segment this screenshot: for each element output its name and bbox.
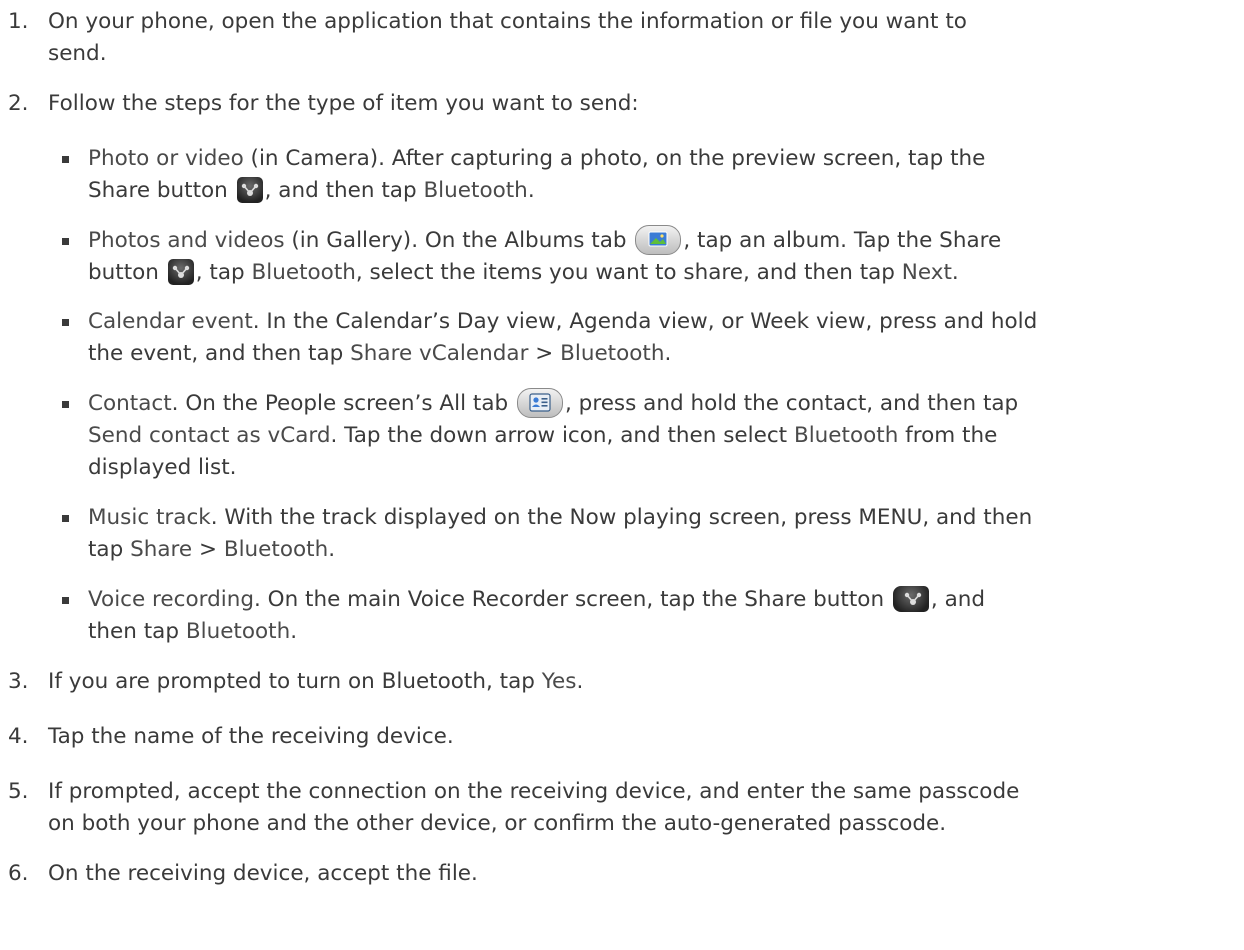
- bullet-line2: button , tap Bluetooth, select the items…: [88, 257, 1238, 289]
- bullet-line1: Music track. With the track displayed on…: [88, 502, 1238, 534]
- keyword: Music track: [88, 505, 211, 530]
- people-all-tab-icon: [517, 388, 564, 418]
- text: , tap an album. Tap the Share: [683, 228, 1002, 253]
- step-text: If you are prompted to turn on Bluetooth…: [48, 666, 1228, 698]
- step-text: Tap the name of the receiving device.: [48, 724, 454, 749]
- text: .: [527, 178, 535, 203]
- step-number: 4.: [8, 724, 29, 749]
- bullet-marker: [62, 597, 69, 604]
- text: >: [192, 537, 224, 562]
- keyword: Photos and videos: [88, 228, 285, 253]
- step-number: 2.: [8, 91, 29, 116]
- text: . Tap the down arrow icon, and then sele…: [330, 423, 794, 448]
- text: (in Gallery). On the Albums tab: [284, 228, 634, 253]
- keyword: Send contact as vCard: [88, 423, 331, 448]
- bullet-marker: [62, 401, 69, 408]
- bullet-line1: Contact. On the People screen’s All tab …: [88, 388, 1238, 420]
- keyword: Yes: [541, 669, 577, 694]
- text: (in Camera). After capturing a photo, on…: [243, 146, 986, 171]
- step-text-line1: On your phone, open the application that…: [48, 9, 967, 34]
- keyword: Next: [901, 260, 952, 285]
- step-number: 1.: [8, 9, 29, 34]
- bullet-marker: [62, 238, 69, 245]
- text: button: [88, 260, 166, 285]
- text: If you are prompted to turn on Bluetooth…: [48, 669, 542, 694]
- keyword: Bluetooth: [560, 341, 665, 366]
- step-6: 6. On the receiving device, accept the f…: [8, 858, 1228, 890]
- text: .: [328, 537, 336, 562]
- text: , and: [930, 587, 986, 612]
- text: .: [290, 619, 298, 644]
- text: , select the items you want to share, an…: [355, 260, 902, 285]
- text: .: [664, 341, 672, 366]
- text: the event, and then tap: [88, 341, 351, 366]
- step-5: 5. If prompted, accept the connection on…: [8, 776, 1228, 840]
- text: . In the Calendar’s Day view, Agenda vie…: [252, 309, 1038, 334]
- instructions-document: 1. On your phone, open the application t…: [0, 0, 1244, 950]
- step-2: 2. Follow the steps for the type of item…: [8, 88, 1228, 120]
- step-text: On the receiving device, accept the file…: [48, 861, 478, 886]
- keyword: Calendar event: [88, 309, 253, 334]
- step-text-line2: on both your phone and the other device,…: [48, 811, 947, 836]
- step-3: 3. If you are prompted to turn on Blueto…: [8, 666, 1228, 698]
- keyword: Bluetooth: [251, 260, 356, 285]
- text: Share button: [88, 178, 235, 203]
- keyword: Contact: [88, 391, 172, 416]
- keyword: Bluetooth: [223, 537, 329, 562]
- bullet-music-track: Music track. With the track displayed on…: [48, 502, 1238, 566]
- bullet-line1: Calendar event. In the Calendar’s Day vi…: [88, 306, 1238, 338]
- bullet-marker: [62, 156, 69, 163]
- bullet-line3: displayed list.: [88, 455, 237, 480]
- keyword: Bluetooth: [793, 423, 899, 448]
- text: . On the main Voice Recorder screen, tap…: [253, 587, 891, 612]
- text: .: [576, 669, 584, 694]
- share-icon: [167, 259, 194, 285]
- text: then tap: [88, 619, 186, 644]
- keyword: Voice recording: [88, 587, 254, 612]
- bullet-voice-recording: Voice recording. On the main Voice Recor…: [48, 584, 1238, 648]
- step-number: 6.: [8, 861, 29, 886]
- keyword: Share: [130, 537, 193, 562]
- bullet-line1: Photos and videos (in Gallery). On the A…: [88, 225, 1238, 257]
- step-text: Follow the steps for the type of item yo…: [48, 91, 639, 116]
- bullet-marker: [62, 515, 69, 522]
- text: . On the People screen’s All tab: [171, 391, 516, 416]
- keyword: Photo or video: [88, 146, 244, 171]
- bullet-contact: Contact. On the People screen’s All tab …: [48, 388, 1238, 484]
- share-icon: [892, 586, 929, 612]
- text: . With the track displayed on the Now pl…: [210, 505, 1033, 530]
- bullet-line2: the event, and then tap Share vCalendar …: [88, 338, 1238, 370]
- step-number: 3.: [8, 669, 29, 694]
- bullet-photos-and-videos: Photos and videos (in Gallery). On the A…: [48, 225, 1238, 289]
- step-text-line2: send.: [48, 41, 107, 66]
- text: , press and hold the contact, and then t…: [565, 391, 1019, 416]
- bullet-line2: then tap Bluetooth.: [88, 616, 1238, 648]
- text: >: [528, 341, 561, 366]
- keyword: Bluetooth: [423, 178, 528, 203]
- bullet-line1: Photo or video (in Camera). After captur…: [88, 143, 1238, 175]
- text: .: [951, 260, 959, 285]
- step-4: 4. Tap the name of the receiving device.: [8, 721, 1228, 753]
- text: , and then tap: [264, 178, 424, 203]
- albums-tab-icon: [635, 225, 682, 255]
- bullet-line2: Send contact as vCard. Tap the down arro…: [88, 420, 1238, 452]
- bullet-marker: [62, 319, 69, 326]
- share-icon: [236, 177, 263, 203]
- text: , tap: [195, 260, 252, 285]
- keyword: Share vCalendar: [350, 341, 529, 366]
- text: tap: [88, 537, 131, 562]
- step-number: 5.: [8, 779, 29, 804]
- step-1: 1. On your phone, open the application t…: [8, 6, 1228, 70]
- step-text-line1: If prompted, accept the connection on th…: [48, 779, 1020, 804]
- bullet-line2: Share button , and then tap Bluetooth.: [88, 175, 1238, 207]
- bullet-line1: Voice recording. On the main Voice Recor…: [88, 584, 1238, 616]
- bullet-photo-or-video: Photo or video (in Camera). After captur…: [48, 143, 1238, 207]
- text: from the: [898, 423, 998, 448]
- keyword: Bluetooth: [185, 619, 291, 644]
- bullet-calendar-event: Calendar event. In the Calendar’s Day vi…: [48, 306, 1238, 370]
- bullet-line2: tap Share > Bluetooth.: [88, 534, 1238, 566]
